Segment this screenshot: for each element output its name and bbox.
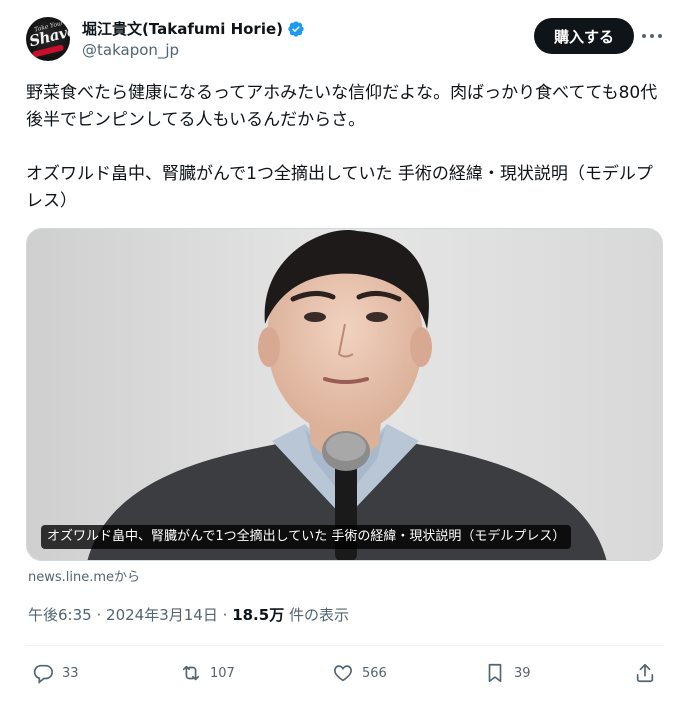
link-source[interactable]: news.line.meから <box>28 566 140 585</box>
more-dot <box>658 34 662 38</box>
retweet-count: 107 <box>210 665 235 681</box>
retweet-icon <box>182 665 200 681</box>
name-row: 堀江貴文(Takafumi Horie) <box>82 18 305 39</box>
view-count-suffix: 件の表示 <box>288 606 349 624</box>
share-button[interactable] <box>634 658 664 688</box>
photo-illustration <box>27 229 662 560</box>
divider <box>26 645 664 646</box>
avatar[interactable]: Take Your Shave <box>26 17 70 61</box>
bookmark-count: 39 <box>514 665 531 681</box>
bookmark-icon <box>488 663 502 683</box>
more-dot <box>642 34 646 38</box>
retweet-button[interactable]: 107 <box>180 658 235 688</box>
share-icon <box>636 663 654 683</box>
more-dots-icon[interactable] <box>642 26 662 46</box>
buy-button[interactable]: 購入する <box>534 18 634 54</box>
verified-badge-icon <box>288 20 304 37</box>
bookmark-button[interactable]: 39 <box>484 658 531 688</box>
tweet-text: 野菜食べたら健康になるってアホみたいな信仰だよな。肉ばっかり食べてても80代後半… <box>26 83 658 211</box>
like-button[interactable]: 566 <box>332 658 387 688</box>
tweet-meta: 午後6:35 · 2024年3月14日 · 18.5万 件の表示 <box>28 604 349 625</box>
display-name[interactable]: 堀江貴文(Takafumi Horie) <box>82 18 283 39</box>
meta-separator: · <box>96 606 102 624</box>
tweet-header: Take Your Shave 堀江貴文(Takafumi Horie) @ta… <box>26 14 666 64</box>
action-bar: 33 107 566 39 <box>26 658 664 688</box>
link-card-image[interactable]: オズワルド畠中、腎臓がんで1つ全摘出していた 手術の経緯・現状説明（モデルプレス… <box>26 228 663 561</box>
media-caption: オズワルド畠中、腎臓がんで1つ全摘出していた 手術の経緯・現状説明（モデルプレス… <box>41 525 572 549</box>
more-dot <box>650 34 654 38</box>
like-count: 566 <box>362 665 387 681</box>
tweet-time[interactable]: 午後6:35 <box>28 606 92 624</box>
meta-separator: · <box>222 606 228 624</box>
reply-button[interactable]: 33 <box>32 658 79 688</box>
reply-count: 33 <box>62 665 79 681</box>
reply-icon <box>33 664 53 684</box>
view-count: 18.5万 <box>232 606 285 624</box>
like-icon <box>334 665 352 682</box>
tweet-date[interactable]: 2024年3月14日 <box>106 606 218 624</box>
user-handle[interactable]: @takapon_jp <box>82 41 179 59</box>
